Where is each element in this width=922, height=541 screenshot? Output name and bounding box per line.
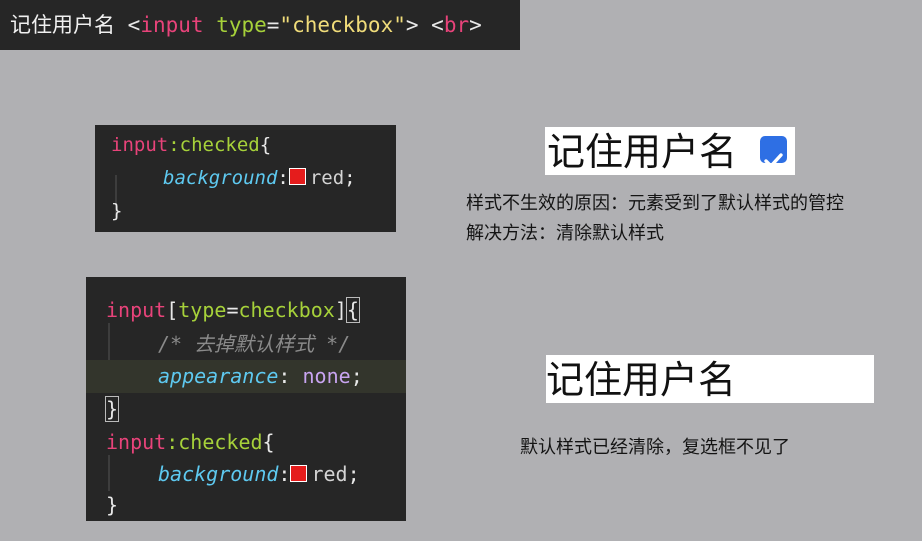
property-value: red	[309, 167, 345, 189]
note-reason: 样式不生效的原因：元素受到了默认样式的管控	[466, 193, 844, 214]
attr-value: checkbox	[238, 298, 335, 322]
code-line: }	[106, 489, 118, 522]
attr-value: "checkbox"	[279, 13, 406, 37]
attr-name: type	[178, 298, 227, 322]
semicolon: ;	[350, 364, 363, 388]
code-line: }	[104, 393, 120, 426]
brace-close: }	[106, 493, 119, 517]
note-cleared: 默认样式已经清除，复选框不见了	[520, 437, 790, 458]
top-code-snippet: 记住用户名 <input type="checkbox"> <br>	[0, 0, 520, 50]
tag-open-bracket: <	[127, 13, 141, 37]
selector: input	[106, 430, 167, 454]
br-close-bracket: >	[469, 13, 482, 37]
brace-close: }	[104, 396, 120, 422]
brace-open: {	[345, 297, 360, 323]
colon: :	[278, 364, 291, 388]
tag-close-bracket: >	[405, 13, 419, 37]
code-line: }	[111, 196, 122, 226]
pseudo-class: :checked	[166, 430, 263, 454]
code-line: background: red;	[163, 163, 356, 193]
color-swatch-icon	[288, 168, 306, 185]
demo-checked-label: 记住用户名	[545, 127, 795, 175]
selector: input	[106, 298, 167, 322]
property-name: background	[163, 167, 278, 189]
code-line: background: red;	[158, 458, 360, 491]
code-line: input:checked{	[106, 426, 275, 459]
demo-plain-label: 记住用户名	[546, 355, 874, 403]
indent-guide	[108, 455, 110, 491]
property-name: appearance	[158, 364, 279, 388]
equals-sign: =	[266, 13, 280, 37]
semicolon: ;	[344, 167, 356, 189]
br-open-bracket: <	[431, 13, 444, 37]
property-value: none	[302, 364, 351, 388]
attr-bracket-close: ]	[334, 298, 347, 322]
color-swatch-icon	[290, 465, 308, 482]
tag-name: input	[140, 13, 204, 37]
code-line: input[type=checkbox]{	[106, 294, 360, 327]
note-solution: 解决方法：清除默认样式	[466, 223, 664, 244]
pseudo-class: :checked	[168, 134, 260, 156]
brace-close: }	[111, 200, 123, 222]
property-value: red	[311, 462, 348, 486]
brace-open: {	[262, 430, 275, 454]
property-name: background	[158, 462, 279, 486]
code-comment: /* 去掉默认样式 */	[158, 332, 351, 356]
equals-sign: =	[226, 298, 239, 322]
selector: input	[111, 134, 169, 156]
attr-name: type	[216, 13, 267, 37]
label-text: 记住用户名	[10, 13, 115, 37]
remember-username-label: 记住用户名	[547, 130, 738, 174]
br-tag-name: br	[443, 13, 470, 37]
code-line: appearance: none;	[158, 360, 363, 393]
checkbox[interactable]	[760, 136, 787, 168]
semicolon: ;	[347, 462, 360, 486]
css-code-block-appearance: input[type=checkbox]{ /* 去掉默认样式 */ appea…	[86, 277, 406, 521]
colon: :	[278, 462, 291, 486]
attr-bracket-open: [	[166, 298, 179, 322]
brace-open: {	[259, 134, 272, 156]
code-line: input:checked{	[111, 130, 271, 160]
remember-username-label: 记住用户名	[546, 358, 737, 402]
colon: :	[277, 167, 289, 189]
css-code-block-checked: input:checked{ background: red; }	[95, 125, 396, 232]
checkmark-icon	[764, 153, 783, 168]
